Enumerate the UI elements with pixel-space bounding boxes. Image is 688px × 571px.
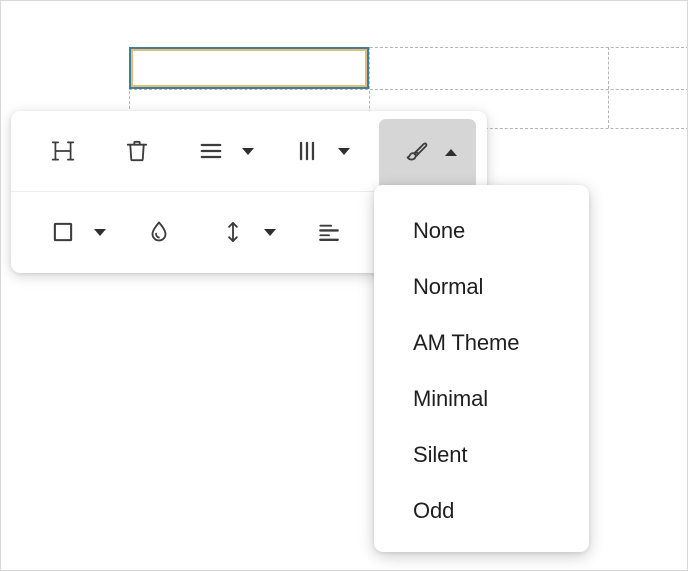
theme-brush-button[interactable]	[379, 119, 476, 186]
menu-item-normal[interactable]: Normal	[374, 259, 589, 315]
menu-item-silent[interactable]: Silent	[374, 427, 589, 483]
vertical-resize-icon	[220, 219, 246, 245]
fill-opacity-button[interactable]	[133, 206, 185, 258]
chevron-up-icon	[444, 149, 457, 156]
menu-item-none[interactable]: None	[374, 203, 589, 259]
heading-button[interactable]	[37, 125, 89, 177]
menu-item-minimal[interactable]: Minimal	[374, 371, 589, 427]
row-height-dropdown-caret[interactable]	[259, 206, 281, 258]
theme-brush-icon-wrap	[394, 130, 440, 176]
border-button[interactable]	[37, 206, 89, 258]
rows-icon	[198, 138, 224, 164]
theme-dropdown-caret[interactable]	[440, 127, 462, 179]
menu-item-am-theme[interactable]: AM Theme	[374, 315, 589, 371]
square-border-icon	[50, 219, 76, 245]
gridline-vertical	[608, 47, 609, 128]
toolbar-row-primary	[11, 111, 487, 191]
heading-icon	[50, 138, 76, 164]
chevron-down-icon	[242, 147, 254, 155]
align-button[interactable]	[303, 206, 355, 258]
rows-button[interactable]	[185, 125, 237, 177]
align-left-icon	[316, 219, 342, 245]
gridline-horizontal	[129, 89, 687, 90]
trash-icon	[124, 138, 150, 164]
selection-inner-frame	[131, 49, 367, 87]
water-drop-icon	[146, 219, 172, 245]
selected-table-cell[interactable]	[129, 47, 369, 89]
paint-brush-icon	[404, 140, 430, 166]
chevron-down-icon	[94, 228, 106, 236]
columns-button[interactable]	[281, 125, 333, 177]
app-screen: None Normal AM Theme Minimal Silent Odd	[0, 0, 688, 571]
border-dropdown-caret[interactable]	[89, 206, 111, 258]
chevron-down-icon	[338, 147, 350, 155]
columns-dropdown-caret[interactable]	[333, 125, 355, 177]
delete-button[interactable]	[111, 125, 163, 177]
row-height-button[interactable]	[207, 206, 259, 258]
columns-icon	[294, 138, 320, 164]
theme-dropdown-menu[interactable]: None Normal AM Theme Minimal Silent Odd	[374, 185, 589, 552]
menu-item-odd[interactable]: Odd	[374, 483, 589, 539]
chevron-down-icon	[264, 228, 276, 236]
rows-dropdown-caret[interactable]	[237, 125, 259, 177]
